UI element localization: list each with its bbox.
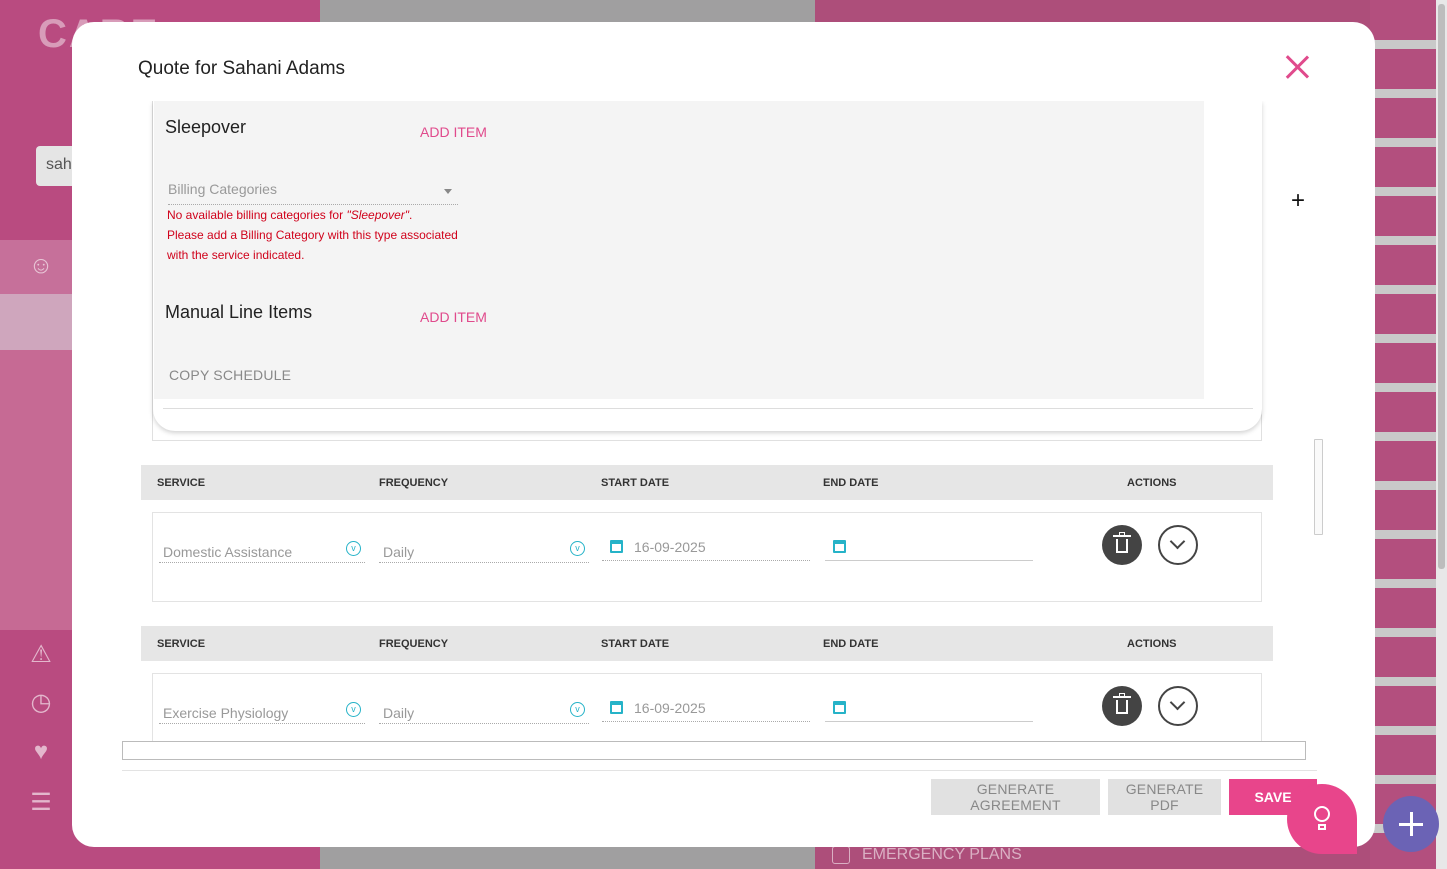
close-icon[interactable] bbox=[1282, 52, 1312, 82]
heart-icon[interactable]: ♥ bbox=[24, 738, 58, 772]
service-table-header: SERVICE FREQUENCY START DATE END DATE AC… bbox=[141, 465, 1273, 500]
checkbox-icon bbox=[832, 846, 850, 864]
service-select[interactable]: Exercise Physiology v bbox=[159, 698, 365, 724]
sleepover-add-item-button[interactable]: ADD ITEM bbox=[420, 124, 487, 140]
frequency-value: Daily bbox=[383, 544, 415, 560]
horizontal-scrollbar[interactable] bbox=[122, 741, 1306, 760]
chat-icon[interactable]: ☰ bbox=[24, 788, 58, 822]
error-suffix: . bbox=[409, 208, 413, 222]
col-frequency: FREQUENCY bbox=[379, 477, 449, 489]
service-value: Exercise Physiology bbox=[163, 705, 289, 721]
calendar-icon bbox=[833, 540, 846, 553]
frequency-select[interactable]: Daily v bbox=[379, 698, 589, 724]
col-start-date: START DATE bbox=[601, 638, 670, 650]
clock-check-icon[interactable]: ◷ bbox=[24, 688, 58, 722]
service-table-header: SERVICE FREQUENCY START DATE END DATE AC… bbox=[141, 626, 1273, 661]
col-service: SERVICE bbox=[157, 638, 206, 650]
divider bbox=[163, 408, 1253, 409]
service-row: Exercise Physiology v Daily v 16-09-2025 bbox=[152, 673, 1262, 741]
service-value: Domestic Assistance bbox=[163, 544, 293, 560]
col-end-date: END DATE bbox=[823, 477, 879, 489]
col-service: SERVICE bbox=[157, 477, 206, 489]
error-service-name: "Sleepover" bbox=[346, 208, 409, 222]
chevron-down-icon: v bbox=[570, 541, 585, 556]
emergency-plans-item[interactable]: EMERGENCY PLANS bbox=[832, 846, 1022, 864]
end-date-input[interactable] bbox=[825, 696, 1033, 722]
lightbulb-icon-base bbox=[1318, 824, 1326, 830]
trash-icon bbox=[1116, 700, 1128, 714]
sleepover-title: Sleepover bbox=[165, 117, 247, 137]
content-scrollbar[interactable] bbox=[1314, 439, 1323, 535]
calendar-icon bbox=[610, 701, 623, 714]
page-scrollbar-thumb[interactable] bbox=[1438, 4, 1445, 569]
delete-service-button[interactable] bbox=[1102, 686, 1142, 726]
plus-icon[interactable]: + bbox=[1287, 189, 1309, 213]
emergency-plans-label: EMERGENCY PLANS bbox=[862, 846, 1022, 864]
warning-icon[interactable]: ⚠ bbox=[24, 640, 58, 674]
end-date-input[interactable] bbox=[825, 535, 1033, 561]
footer-divider bbox=[122, 770, 1317, 771]
error-prefix: No available billing categories for bbox=[167, 208, 347, 222]
copy-schedule-button[interactable]: COPY SCHEDULE bbox=[169, 367, 291, 383]
people-icon: ☺ bbox=[28, 252, 54, 279]
billing-categories-placeholder: Billing Categories bbox=[168, 181, 277, 197]
start-date-input[interactable]: 16-09-2025 bbox=[602, 535, 810, 561]
col-end-date: END DATE bbox=[823, 638, 879, 650]
billing-error-message: No available billing categories for "Sle… bbox=[167, 205, 467, 265]
expand-service-button[interactable] bbox=[1158, 525, 1198, 565]
add-fab-button[interactable] bbox=[1383, 796, 1439, 852]
manual-add-item-button[interactable]: ADD ITEM bbox=[420, 309, 487, 325]
start-date-input[interactable]: 16-09-2025 bbox=[602, 696, 810, 722]
frequency-select[interactable]: Daily v bbox=[379, 537, 589, 563]
chevron-down-icon: v bbox=[346, 541, 361, 556]
lightbulb-icon bbox=[1314, 806, 1330, 822]
modal-title: Quote for Sahani Adams bbox=[138, 58, 346, 79]
service-row: Domestic Assistance v Daily v 16-09-2025 bbox=[152, 512, 1262, 602]
error-instruction: Please add a Billing Category with this … bbox=[167, 228, 458, 262]
generate-agreement-button[interactable]: GENERATE AGREEMENT bbox=[931, 779, 1100, 815]
quote-modal: Quote for Sahani Adams + Sleepover ADD I… bbox=[72, 22, 1375, 847]
trash-icon-lid bbox=[1113, 535, 1131, 537]
trash-icon bbox=[1116, 539, 1128, 553]
help-button[interactable] bbox=[1287, 784, 1357, 854]
generate-pdf-button[interactable]: GENERATE PDF bbox=[1108, 779, 1221, 815]
expand-service-button[interactable] bbox=[1158, 686, 1198, 726]
schedule-card-wrapper: Sleepover ADD ITEM Billing Categories No… bbox=[152, 101, 1262, 441]
manual-line-items-title: Manual Line Items bbox=[165, 302, 313, 322]
schedule-card-body: Sleepover ADD ITEM Billing Categories No… bbox=[154, 101, 1204, 399]
trash-icon-lid bbox=[1113, 696, 1131, 698]
billing-categories-select[interactable]: Billing Categories bbox=[168, 181, 458, 205]
service-select[interactable]: Domestic Assistance v bbox=[159, 537, 365, 563]
quote-content: Sleepover ADD ITEM Billing Categories No… bbox=[141, 101, 1273, 741]
chevron-down-icon bbox=[444, 189, 452, 194]
col-frequency: FREQUENCY bbox=[379, 638, 449, 650]
frequency-value: Daily bbox=[383, 705, 415, 721]
start-date-value: 16-09-2025 bbox=[634, 700, 706, 716]
delete-service-button[interactable] bbox=[1102, 525, 1142, 565]
col-actions: ACTIONS bbox=[1127, 638, 1177, 650]
start-date-value: 16-09-2025 bbox=[634, 539, 706, 555]
calendar-icon bbox=[833, 701, 846, 714]
chevron-down-icon: v bbox=[346, 702, 361, 717]
col-actions: ACTIONS bbox=[1127, 477, 1177, 489]
col-start-date: START DATE bbox=[601, 477, 670, 489]
schedule-card: Sleepover ADD ITEM Billing Categories No… bbox=[153, 101, 1262, 431]
app-right-list bbox=[1370, 0, 1436, 869]
calendar-icon bbox=[610, 540, 623, 553]
chevron-down-icon: v bbox=[570, 702, 585, 717]
